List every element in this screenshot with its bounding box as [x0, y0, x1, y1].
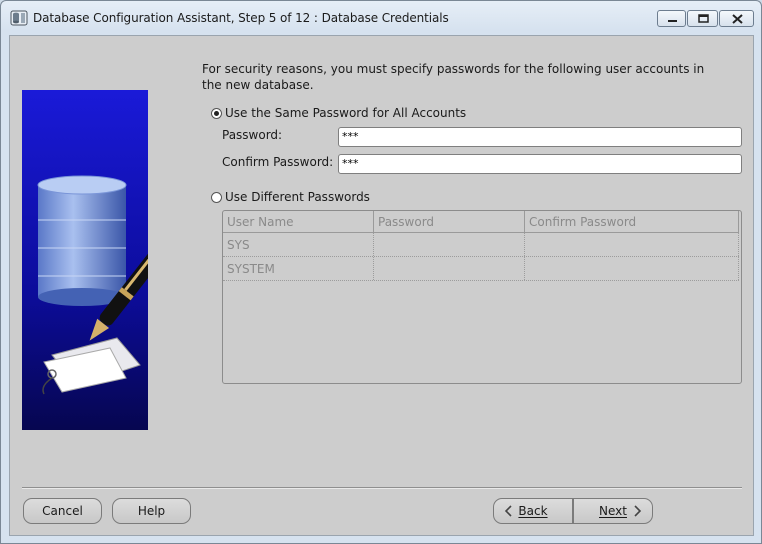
same-password-label: Use the Same Password for All Accounts: [225, 106, 467, 120]
different-passwords-radio[interactable]: [211, 191, 222, 203]
confirm-password-cell[interactable]: [525, 233, 739, 256]
chevron-right-icon: [634, 505, 642, 517]
password-input[interactable]: ***: [338, 127, 742, 147]
password-cell[interactable]: [374, 257, 525, 280]
column-header-user-name: User Name: [223, 211, 374, 232]
different-passwords-option[interactable]: Use Different Passwords: [211, 190, 370, 204]
back-button[interactable]: Back: [493, 498, 573, 524]
back-label: Back: [518, 504, 548, 518]
password-label: Password:: [222, 128, 283, 142]
confirm-password-label: Confirm Password:: [222, 155, 334, 169]
database-illustration: [22, 90, 148, 430]
same-password-radio[interactable]: [211, 107, 222, 119]
password-cell[interactable]: [374, 233, 525, 256]
user-name-cell: SYSTEM: [223, 257, 374, 280]
minimize-icon: [668, 20, 677, 22]
title-bar[interactable]: Database Configuration Assistant, Step 5…: [1, 1, 761, 35]
chevron-left-icon: [504, 505, 512, 517]
maximize-icon: [698, 14, 709, 23]
same-password-option[interactable]: Use the Same Password for All Accounts: [211, 106, 466, 120]
dbca-window: Database Configuration Assistant, Step 5…: [0, 0, 762, 544]
cancel-button[interactable]: Cancel: [23, 498, 102, 524]
table-header: User Name Password Confirm Password: [223, 211, 739, 233]
confirm-password-input[interactable]: ***: [338, 154, 742, 174]
table-row: SYSTEM: [223, 257, 739, 281]
button-divider: [22, 487, 742, 489]
help-label: Help: [137, 504, 166, 518]
next-button[interactable]: Next: [573, 498, 653, 524]
user-name-cell: SYS: [223, 233, 374, 256]
close-icon: [732, 14, 743, 24]
maximize-button[interactable]: [687, 10, 718, 27]
next-label: Next: [599, 504, 627, 518]
minimize-button[interactable]: [657, 10, 686, 27]
database-app-icon: [10, 10, 28, 26]
help-button[interactable]: Help: [112, 498, 191, 524]
column-header-confirm-password: Confirm Password: [525, 211, 739, 232]
accounts-table: User Name Password Confirm Password SYS …: [222, 210, 742, 384]
table-row: SYS: [223, 233, 739, 257]
column-header-password: Password: [374, 211, 525, 232]
cancel-label: Cancel: [42, 504, 83, 518]
close-button[interactable]: [719, 10, 754, 27]
window-title: Database Configuration Assistant, Step 5…: [33, 11, 449, 25]
wizard-content: For security reasons, you must specify p…: [9, 35, 754, 536]
intro-text: For security reasons, you must specify p…: [202, 62, 705, 92]
different-passwords-label: Use Different Passwords: [225, 190, 370, 204]
confirm-password-cell[interactable]: [525, 257, 739, 280]
